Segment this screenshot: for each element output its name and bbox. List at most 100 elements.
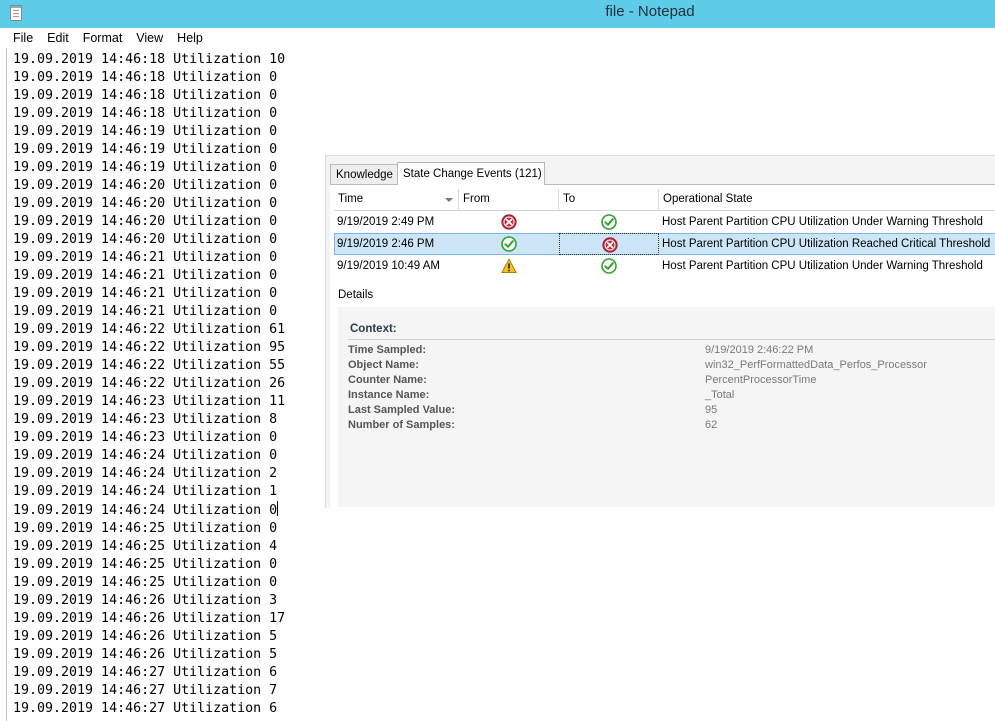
healthy-state-icon — [601, 258, 617, 274]
tab-content: Time From To Operational State 9/19/2019… — [330, 184, 995, 509]
notepad-app-icon[interactable] — [10, 5, 22, 21]
text-line-content: 19.09.2019 14:46:21 Utilization 0 — [13, 268, 278, 283]
tab-state-change-events[interactable]: State Change Events (121) — [397, 162, 545, 185]
text-line: 19.09.2019 14:46:20 Utilization 0 — [13, 231, 285, 249]
text-line-content: 19.09.2019 14:46:19 Utilization 0 — [13, 142, 278, 157]
menu-bar: File Edit Format View Help — [0, 28, 995, 48]
text-line-content: 19.09.2019 14:46:20 Utilization 0 — [13, 196, 278, 211]
editor-text[interactable]: 19.09.2019 14:46:18 Utilization 10 19.09.… — [13, 51, 285, 718]
text-line-content: 19.09.2019 14:46:24 Utilization 0 — [13, 503, 278, 518]
row-from-state — [459, 255, 559, 277]
text-line-content: 19.09.2019 14:46:20 Utilization 0 — [13, 178, 278, 193]
text-line: 19.09.2019 14:46:25 Utilization 0 — [13, 556, 285, 574]
text-line-content: 19.09.2019 14:46:25 Utilization 4 — [13, 539, 278, 554]
menu-edit[interactable]: Edit — [40, 28, 76, 48]
text-caret — [277, 501, 279, 516]
text-line: 19.09.2019 14:46:21 Utilization 0 — [13, 249, 285, 267]
text-line: 19.09.2019 14:46:26 Utilization 17 — [13, 610, 285, 628]
grid-rows: 9/19/2019 2:49 PM Host Parent Partition C… — [334, 211, 995, 277]
grid-header: Time From To Operational State — [334, 189, 995, 211]
text-line-content: 19.09.2019 14:46:25 Utilization 0 — [13, 521, 278, 536]
details-label: Details — [338, 289, 374, 301]
title-bar[interactable]: file - Notepad — [0, 0, 995, 28]
text-line: 19.09.2019 14:46:21 Utilization 0 — [13, 303, 285, 321]
text-line: 19.09.2019 14:46:25 Utilization 0 — [13, 574, 285, 592]
context-value: 9/19/2019 2:46:22 PM — [705, 344, 814, 356]
text-line: 19.09.2019 14:46:23 Utilization 8 — [13, 411, 285, 429]
text-line-content: 19.09.2019 14:46:27 Utilization 6 — [13, 701, 278, 716]
healthy-state-icon — [501, 236, 517, 252]
column-header-time-label: Time — [338, 193, 364, 205]
row-to-state — [559, 255, 659, 277]
text-line: 19.09.2019 14:46:24 Utilization 2 — [13, 465, 285, 483]
context-value: 95 — [705, 404, 718, 416]
text-line: 19.09.2019 14:46:23 Utilization 0 — [13, 429, 285, 447]
column-header-operational-state[interactable]: Operational State — [659, 189, 995, 210]
text-line: 19.09.2019 14:46:27 Utilization 6 — [13, 700, 285, 718]
tab-knowledge[interactable]: Knowledge — [330, 164, 398, 184]
context-value: _Total — [705, 389, 735, 401]
text-line-content: 19.09.2019 14:46:18 Utilization 0 — [13, 88, 278, 103]
text-line-content: 19.09.2019 14:46:21 Utilization 0 — [13, 304, 278, 319]
text-line-content: 19.09.2019 14:46:25 Utilization 0 — [13, 557, 278, 572]
text-line: 19.09.2019 14:46:22 Utilization 95 — [13, 339, 285, 357]
text-line: 19.09.2019 14:46:19 Utilization 0 — [13, 141, 285, 159]
text-line-content: 19.09.2019 14:46:18 Utilization 10 — [13, 52, 286, 67]
row-operational-state: Host Parent Partition CPU Utilization Re… — [662, 238, 991, 250]
sort-descending-icon — [445, 198, 453, 202]
menu-help[interactable]: Help — [170, 28, 210, 48]
text-line-content: 19.09.2019 14:46:23 Utilization 0 — [13, 430, 278, 445]
text-line-content: 19.09.2019 14:46:25 Utilization 0 — [13, 575, 278, 590]
column-header-time[interactable]: Time — [334, 189, 459, 210]
context-label: Last Sampled Value: — [348, 404, 455, 416]
critical-state-icon — [501, 214, 517, 230]
text-line: 19.09.2019 14:46:22 Utilization 26 — [13, 375, 285, 393]
row-time: 9/19/2019 10:49 AM — [337, 260, 440, 272]
text-line-content: 19.09.2019 14:46:26 Utilization 5 — [13, 629, 278, 644]
table-row[interactable]: 9/19/2019 2:49 PM Host Parent Partition C… — [334, 211, 995, 233]
text-line: 19.09.2019 14:46:25 Utilization 4 — [13, 538, 285, 556]
text-line-content: 19.09.2019 14:46:22 Utilization 61 — [13, 322, 286, 337]
text-line: 19.09.2019 14:46:27 Utilization 6 — [13, 664, 285, 682]
text-line-content: 19.09.2019 14:46:26 Utilization 17 — [13, 611, 286, 626]
text-line: 19.09.2019 14:46:20 Utilization 0 — [13, 213, 285, 231]
window-title: file - Notepad — [605, 3, 695, 20]
text-line: 19.09.2019 14:46:24 Utilization 0 — [13, 501, 285, 520]
text-line-content: 19.09.2019 14:46:23 Utilization 8 — [13, 412, 278, 427]
text-line-content: 19.09.2019 14:46:19 Utilization 0 — [13, 160, 278, 175]
context-divider — [348, 339, 995, 340]
context-label: Number of Samples: — [348, 419, 455, 431]
menu-format[interactable]: Format — [76, 28, 130, 48]
text-line: 19.09.2019 14:46:21 Utilization 0 — [13, 267, 285, 285]
critical-state-icon — [602, 237, 618, 253]
text-line-content: 19.09.2019 14:46:18 Utilization 0 — [13, 70, 278, 85]
column-header-to[interactable]: To — [559, 189, 659, 210]
row-from-state — [459, 211, 559, 233]
text-line: 19.09.2019 14:46:24 Utilization 0 — [13, 447, 285, 465]
text-line: 19.09.2019 14:46:18 Utilization 0 — [13, 69, 285, 87]
state-change-grid: Time From To Operational State 9/19/2019… — [334, 189, 995, 277]
text-line-content: 19.09.2019 14:46:21 Utilization 0 — [13, 286, 278, 301]
health-explorer-panel: Knowledge State Change Events (121) Time… — [325, 155, 995, 509]
text-line-content: 19.09.2019 14:46:20 Utilization 0 — [13, 214, 278, 229]
text-line: 19.09.2019 14:46:26 Utilization 3 — [13, 592, 285, 610]
row-to-state — [559, 233, 659, 255]
column-header-from[interactable]: From — [459, 189, 559, 210]
text-line: 19.09.2019 14:46:22 Utilization 55 — [13, 357, 285, 375]
text-line: 19.09.2019 14:46:18 Utilization 0 — [13, 105, 285, 123]
table-row[interactable]: 9/19/2019 10:49 AM Host Parent Partition … — [334, 255, 995, 277]
text-line-content: 19.09.2019 14:46:22 Utilization 95 — [13, 340, 286, 355]
text-line-content: 19.09.2019 14:46:27 Utilization 7 — [13, 683, 278, 698]
text-line: 19.09.2019 14:46:20 Utilization 0 — [13, 177, 285, 195]
context-value: win32_PerfFormattedData_Perfos_Processor — [705, 359, 927, 371]
menu-view[interactable]: View — [129, 28, 170, 48]
text-line: 19.09.2019 14:46:24 Utilization 1 — [13, 483, 285, 501]
warning-state-icon — [501, 258, 517, 274]
text-line-content: 19.09.2019 14:46:20 Utilization 0 — [13, 232, 278, 247]
row-operational-state: Host Parent Partition CPU Utilization Un… — [662, 216, 983, 228]
row-operational-state: Host Parent Partition CPU Utilization Un… — [662, 260, 983, 272]
text-line-content: 19.09.2019 14:46:23 Utilization 11 — [13, 394, 286, 409]
menu-file[interactable]: File — [6, 28, 40, 48]
text-line: 19.09.2019 14:46:20 Utilization 0 — [13, 195, 285, 213]
table-row[interactable]: 9/19/2019 2:46 PM Host Parent Partition C… — [334, 233, 995, 255]
